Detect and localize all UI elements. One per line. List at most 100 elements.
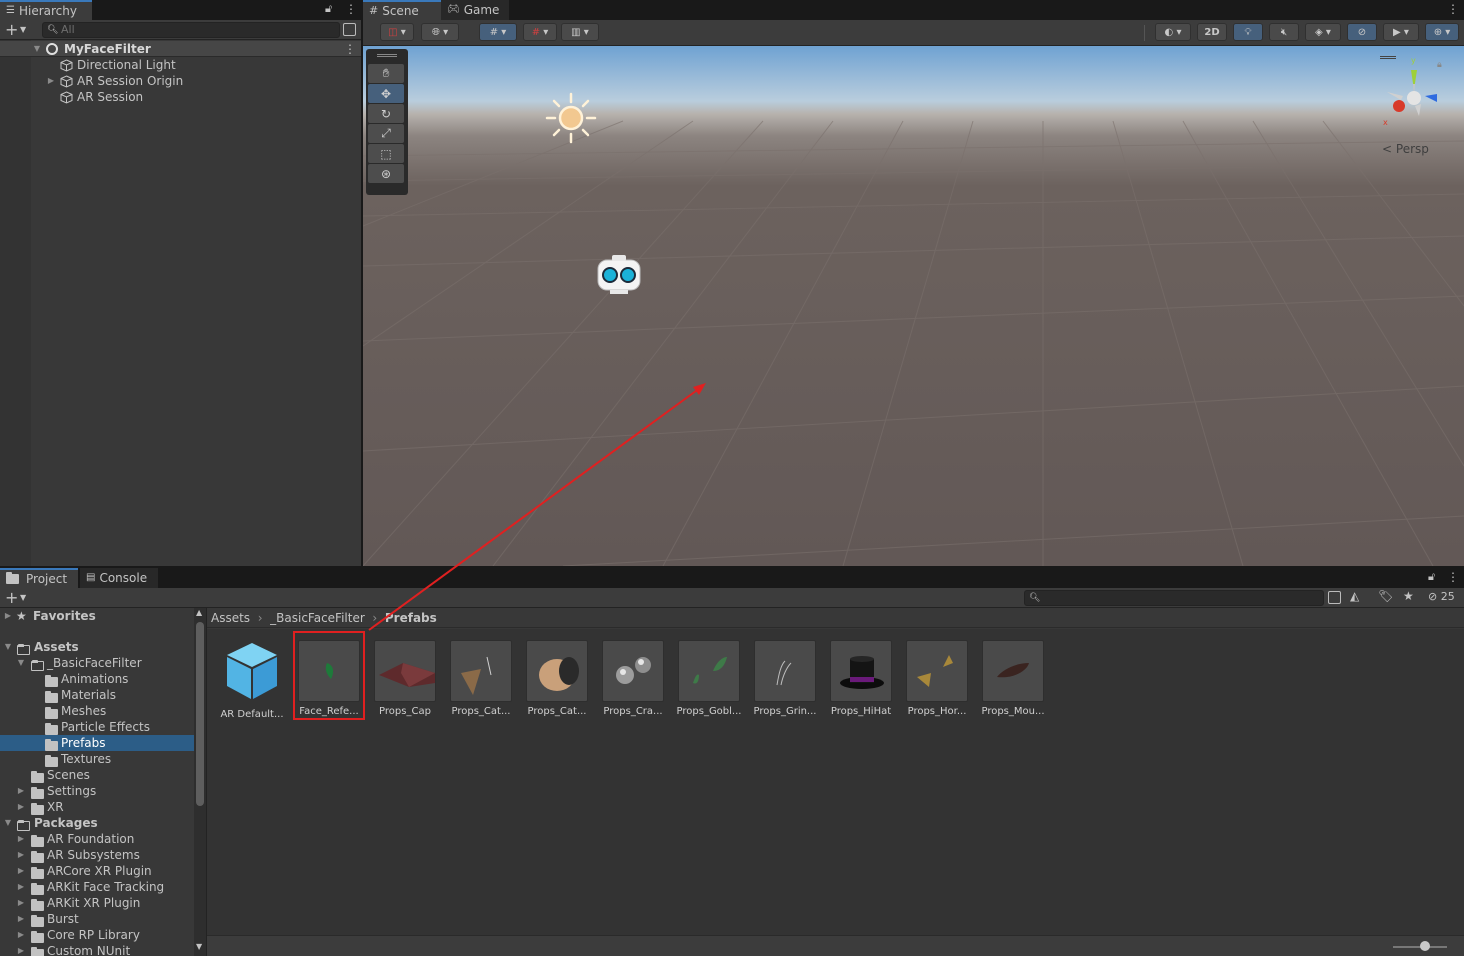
projection-toggle[interactable]: < Persp [1382, 142, 1429, 156]
folder-row[interactable]: Animations [0, 671, 194, 687]
expand-arrow-icon[interactable]: ▶ [16, 911, 26, 927]
expand-arrow-icon[interactable]: ▶ [16, 927, 26, 943]
expand-arrow-icon[interactable]: ▼ [3, 815, 13, 831]
transform-tool-button[interactable]: ⊛ [368, 164, 404, 183]
add-dropdown-icon[interactable]: ▼ [20, 589, 26, 607]
more-options-icon[interactable]: ⋮ [345, 2, 357, 16]
folder-row[interactable]: Meshes [0, 703, 194, 719]
asset-item[interactable]: Props_Cat... [521, 640, 593, 717]
asset-item[interactable]: Props_Cat... [445, 640, 517, 717]
tab-scene[interactable]: # Scene [363, 0, 441, 20]
folder-row[interactable]: ▶ XR [0, 799, 194, 815]
scroll-thumb[interactable] [196, 622, 204, 806]
folder-row[interactable]: Textures [0, 751, 194, 767]
expand-arrow-icon[interactable]: ▶ [16, 863, 26, 879]
tab-project[interactable]: Project [0, 568, 78, 588]
more-options-icon[interactable]: ⋮ [1447, 570, 1459, 584]
add-dropdown-icon[interactable]: ▼ [20, 21, 26, 39]
scale-tool-button[interactable]: ⤢ [368, 124, 404, 143]
folder-row[interactable]: ▼ _BasicFaceFilter [0, 655, 194, 671]
package-row[interactable]: ▶ AR Subsystems [0, 847, 194, 863]
hidden-packages-toggle[interactable]: ⊘ 25 [1428, 590, 1455, 603]
filter-by-type-icon[interactable]: ◭ [1350, 589, 1359, 603]
audio-button[interactable]: 🔇︎ [1269, 23, 1299, 41]
asset-item[interactable]: Props_Hor... [901, 640, 973, 717]
expand-arrow-icon[interactable]: ▶ [16, 847, 26, 863]
folder-row-selected[interactable]: Prefabs [0, 735, 194, 751]
expand-arrow-icon[interactable]: ▶ [46, 73, 56, 89]
tab-game[interactable]: 🎮︎ Game [441, 0, 509, 20]
favorite-star-icon[interactable]: ★ [1403, 589, 1414, 603]
scene-row[interactable]: ▼ MyFaceFilter ⋮ [0, 41, 361, 57]
hierarchy-item[interactable]: AR Session [0, 89, 361, 105]
hierarchy-search-input[interactable]: 🔍︎ All [42, 22, 340, 38]
expand-arrow-icon[interactable]: ▶ [16, 831, 26, 847]
search-by-type-icon[interactable] [1328, 591, 1341, 604]
asset-item[interactable]: Props_Cra... [597, 640, 669, 717]
directional-light-icon[interactable] [545, 92, 597, 144]
hierarchy-item[interactable]: ▶ AR Session Origin [0, 73, 361, 89]
add-icon[interactable]: + [5, 20, 18, 40]
grid-snap-button[interactable]: # ▾ [479, 23, 517, 41]
breadcrumb-item[interactable]: _BasicFaceFilter [270, 611, 365, 625]
expand-arrow-icon[interactable]: ▶ [3, 608, 13, 624]
shading-mode-button[interactable]: ◐ ▾ [1155, 23, 1191, 41]
label-icon[interactable]: 🏷︎ [1378, 589, 1393, 603]
grid-visibility-button[interactable]: ▥ ▾ [561, 23, 599, 41]
rotate-tool-button[interactable]: ↻ [368, 104, 404, 123]
package-row[interactable]: ▶ Core RP Library [0, 927, 194, 943]
lock-icon[interactable]: 🔓︎ [325, 2, 332, 16]
breadcrumb-item[interactable]: Assets [211, 611, 250, 625]
favorites-row[interactable]: ▶ ★ Favorites [0, 608, 194, 624]
scroll-up-icon[interactable]: ▲ [196, 608, 202, 617]
toggle-2d-button[interactable]: 2D [1197, 23, 1227, 41]
package-row[interactable]: ▶ ARKit XR Plugin [0, 895, 194, 911]
package-row[interactable]: ▶ AR Foundation [0, 831, 194, 847]
zoom-slider-thumb[interactable] [1420, 941, 1430, 951]
rect-tool-button[interactable]: ⬚ [368, 144, 404, 163]
asset-item-selected[interactable]: Face_Refe... [293, 631, 365, 720]
more-options-icon[interactable]: ⋮ [1447, 2, 1459, 16]
project-search-input[interactable]: 🔍︎ [1024, 590, 1324, 606]
hand-tool-button[interactable]: ✋︎ [368, 64, 404, 83]
expand-arrow-icon[interactable]: ▶ [16, 799, 26, 815]
expand-arrow-icon[interactable]: ▶ [16, 879, 26, 895]
gizmos-button[interactable]: ⊕ ▾ [1425, 23, 1459, 41]
palette-drag-handle[interactable] [377, 54, 397, 57]
effects-button[interactable]: ◈ ▾ [1305, 23, 1341, 41]
increment-snap-button[interactable]: # ▾ [523, 23, 557, 41]
asset-item[interactable]: Props_Gobl... [673, 640, 745, 717]
asset-item[interactable]: Props_HiHat [825, 640, 897, 717]
search-by-type-icon[interactable] [343, 23, 356, 36]
folder-row[interactable]: Scenes [0, 767, 194, 783]
breadcrumb-item-current[interactable]: Prefabs [385, 611, 437, 625]
packages-root-row[interactable]: ▼ Packages [0, 815, 194, 831]
expand-arrow-icon[interactable]: ▶ [16, 895, 26, 911]
expand-arrow-icon[interactable]: ▼ [3, 639, 13, 655]
assets-root-row[interactable]: ▼ Assets [0, 639, 194, 655]
scroll-down-icon[interactable]: ▼ [196, 942, 202, 951]
lighting-button[interactable]: 💡︎ [1233, 23, 1263, 41]
add-icon[interactable]: + [5, 588, 18, 608]
tab-console[interactable]: ▤ Console [80, 568, 158, 588]
package-row[interactable]: ▶ ARKit Face Tracking [0, 879, 194, 895]
expand-arrow-icon[interactable]: ▼ [32, 41, 42, 57]
folder-row[interactable]: Particle Effects [0, 719, 194, 735]
camera-button[interactable]: ▶ ▾ [1383, 23, 1419, 41]
folder-row[interactable]: ▶ Settings [0, 783, 194, 799]
draw-mode-button[interactable]: ◫ ▾ [380, 23, 414, 41]
package-row[interactable]: ▶ ARCore XR Plugin [0, 863, 194, 879]
asset-item[interactable]: AR Default... [216, 640, 288, 720]
folder-row[interactable]: Materials [0, 687, 194, 703]
lock-icon[interactable]: 🔓︎ [1428, 570, 1435, 584]
scene-menu-icon[interactable]: ⋮ [344, 41, 356, 57]
expand-arrow-icon[interactable]: ▶ [16, 783, 26, 799]
package-row[interactable]: ▶ Burst [0, 911, 194, 927]
tree-scrollbar[interactable]: ▲ ▼ [194, 608, 206, 956]
scene-gizmo[interactable]: 🔒︎ y x < Persp [1367, 48, 1457, 156]
asset-item[interactable]: Props_Grin... [749, 640, 821, 717]
hierarchy-item[interactable]: Directional Light [0, 57, 361, 73]
scene-viewport[interactable]: ✋︎ ✥ ↻ ⤢ ⬚ ⊛ 🔒︎ y x < Persp [363, 46, 1464, 566]
ar-session-icon[interactable] [596, 252, 642, 298]
asset-item[interactable]: Props_Cap [369, 640, 441, 717]
